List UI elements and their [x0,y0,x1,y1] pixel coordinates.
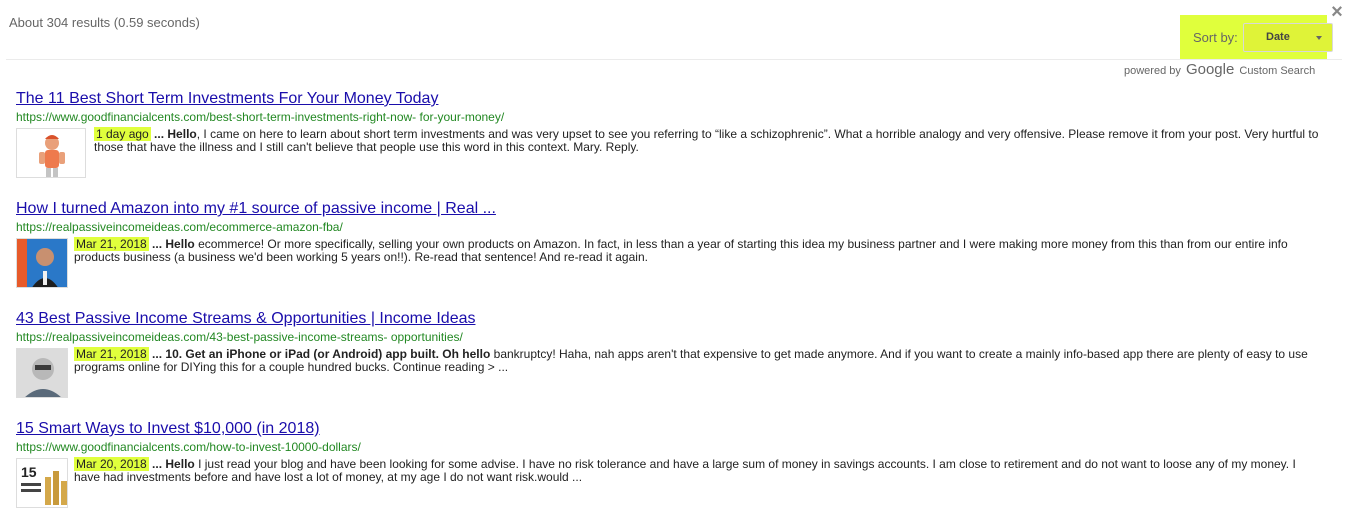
powered-suffix: Custom Search [1239,65,1316,77]
chevron-down-icon [1316,36,1322,40]
snippet-keyword: Hello [167,127,197,141]
result-title-link[interactable]: How I turned Amazon into my #1 source of… [16,199,1326,218]
result-snippet: Mar 20, 2018 ... Hello I just read your … [74,457,1320,484]
result-snippet: Mar 21, 2018 ... Hello ecommerce! Or mor… [74,237,1320,264]
result-title-link[interactable]: The 11 Best Short Term Investments For Y… [16,89,1326,108]
result-thumbnail[interactable]: 15 [16,458,68,508]
result-url: https://www.goodfinancialcents.com/how-t… [16,440,361,454]
sort-label: Sort by: [1193,30,1238,45]
snippet-sep: ... [148,457,166,471]
result-url: https://realpassiveincomeideas.com/ecomm… [16,220,343,234]
search-result: 15 Smart Ways to Invest $10,000 (in 2018… [16,419,1326,510]
snippet-text: , I came on here to learn about short te… [94,127,1319,154]
powered-by: powered by Google Custom Search [1124,61,1315,78]
sort-control: Sort by: Date [1180,15,1333,59]
thumb-number: 15 [21,464,37,480]
results-header [6,14,1342,60]
snippet-sep: ... 10. Get an iPhone or iPad (or Androi… [148,347,463,361]
result-date: Mar 21, 2018 [74,347,149,361]
google-logo: Google [1185,61,1235,78]
search-result: The 11 Best Short Term Investments For Y… [16,89,1326,180]
result-snippet: 1 day ago ... Hello, I came on here to l… [94,127,1340,154]
snippet-keyword: Hello [165,237,195,251]
snippet-sep: ... [148,237,166,251]
result-snippet: Mar 21, 2018 ... 10. Get an iPhone or iP… [74,347,1320,374]
sort-value: Date [1266,31,1290,43]
result-date: 1 day ago [94,127,151,141]
snippet-keyword: Hello [165,457,195,471]
result-date: Mar 21, 2018 [74,237,149,251]
snippet-sep: ... [150,127,168,141]
result-title-link[interactable]: 15 Smart Ways to Invest $10,000 (in 2018… [16,419,1326,438]
result-url: https://realpassiveincomeideas.com/43-be… [16,330,463,344]
search-result: 43 Best Passive Income Streams & Opportu… [16,309,1326,400]
snippet-keyword: hello [462,347,491,361]
result-thumbnail[interactable] [16,348,68,398]
sort-dropdown[interactable]: Date [1243,23,1333,52]
snippet-text: ecommerce! Or more specifically, selling… [74,237,1288,264]
snippet-text: I just read your blog and have been look… [74,457,1296,484]
result-title-link[interactable]: 43 Best Passive Income Streams & Opportu… [16,309,1326,328]
result-date: Mar 20, 2018 [74,457,149,471]
result-thumbnail[interactable] [16,128,86,178]
result-thumbnail[interactable] [16,238,68,288]
powered-prefix: powered by [1124,65,1181,77]
search-result: How I turned Amazon into my #1 source of… [16,199,1326,290]
result-url: https://www.goodfinancialcents.com/best-… [16,110,505,124]
result-info: About 304 results (0.59 seconds) [9,15,200,30]
